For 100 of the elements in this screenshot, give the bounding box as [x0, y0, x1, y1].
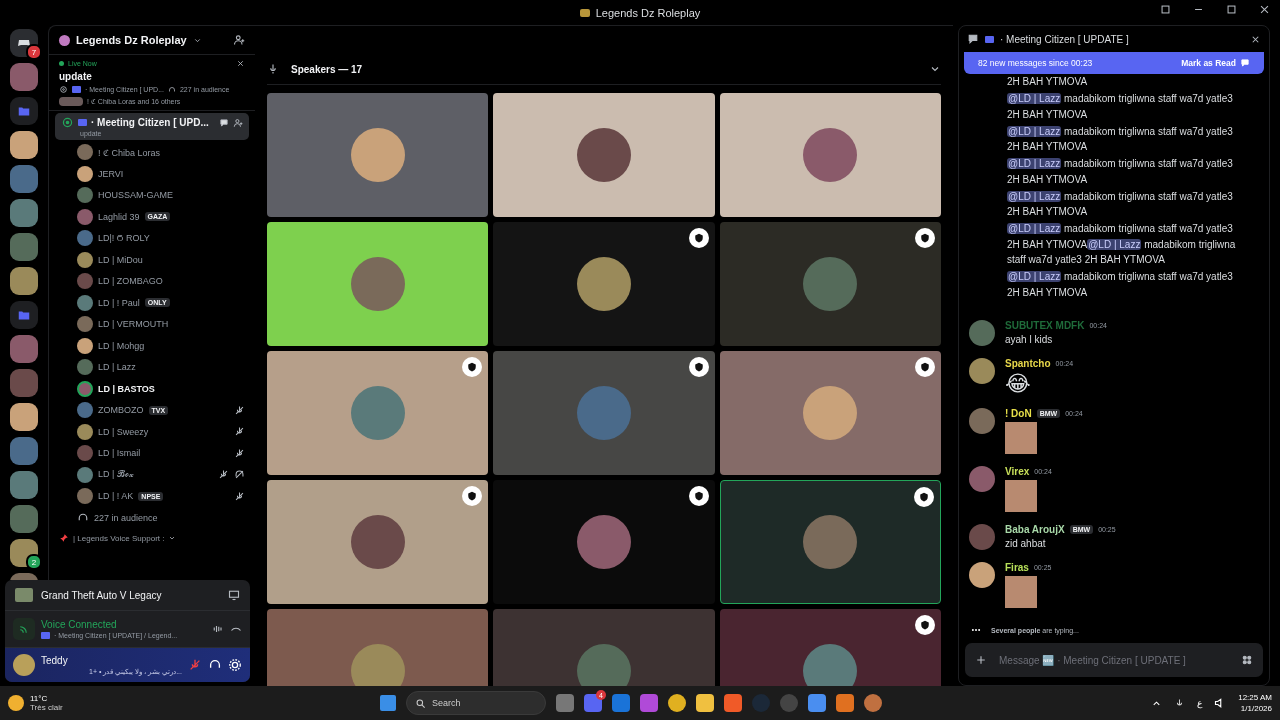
server-icon[interactable] [10, 403, 38, 431]
server-icon[interactable] [10, 335, 38, 363]
soundwave-icon[interactable] [212, 623, 224, 635]
input-language[interactable]: ع [1197, 698, 1203, 708]
message-author[interactable]: Baba AroujX [1005, 523, 1065, 535]
member-name[interactable]: LD | MiDou [98, 254, 143, 265]
settings-icon[interactable] [228, 658, 242, 672]
close-icon[interactable] [1259, 4, 1270, 15]
speaker-tile[interactable] [267, 351, 489, 475]
server-folder-icon[interactable] [10, 97, 38, 125]
speaker-tile[interactable] [719, 93, 941, 217]
user-avatar[interactable] [969, 407, 995, 434]
speaker-avatar [350, 644, 405, 686]
user-mention[interactable]: @LD | Lazz [1007, 125, 1062, 137]
speaker-tile[interactable] [267, 222, 489, 346]
member-name[interactable]: LD | ! AK [98, 491, 134, 502]
category-header[interactable]: | Legends Voice Support : [73, 533, 165, 543]
member-name[interactable]: LD | VERMOUTH [98, 319, 169, 330]
member-name[interactable]: LD | Mohgg [98, 340, 145, 351]
message-composer[interactable]: Message 🆕 · Meeting Citizen [ UPDATE ] [965, 643, 1263, 677]
speaker-avatar [577, 257, 631, 311]
message-text: ayah l kids [1005, 333, 1054, 345]
server-icon[interactable] [10, 505, 38, 533]
server-icon[interactable] [10, 471, 38, 499]
server-name[interactable]: Legends Dz Roleplay [76, 34, 187, 46]
user-mention[interactable]: @LD | Lazz [1007, 223, 1062, 234]
new-tag-icon [78, 119, 87, 126]
server-icon[interactable] [10, 267, 38, 295]
server-icon[interactable] [10, 165, 38, 193]
speaker-tile[interactable] [267, 480, 489, 604]
speaker-tile[interactable] [719, 480, 941, 604]
chat-icon[interactable] [219, 117, 229, 128]
message-text: zid ahbat [1005, 537, 1047, 549]
new-messages-text: 82 new messages since 00:23 [978, 58, 1093, 68]
apps-icon[interactable] [1241, 654, 1253, 666]
maximize-icon[interactable] [1226, 4, 1237, 15]
member-name[interactable]: JERVI [98, 168, 124, 179]
speaker-tile[interactable] [493, 93, 715, 217]
member-name[interactable]: LD | Lazz [98, 362, 136, 373]
message-author[interactable]: Firas [1005, 561, 1029, 573]
user-mention[interactable]: @LD | Lazz [1007, 271, 1062, 282]
plus-icon[interactable] [975, 654, 987, 666]
muted-mic-icon[interactable] [188, 658, 202, 672]
server-icon[interactable] [10, 199, 38, 227]
user-avatar[interactable] [969, 319, 995, 346]
server-icon[interactable] [10, 63, 38, 91]
speaker-avatar [577, 515, 631, 569]
user-avatar[interactable] [969, 561, 995, 588]
member-name[interactable]: LD | ! Paul [98, 297, 140, 308]
member-name[interactable]: ZOMBOZO [98, 405, 144, 416]
add-member-icon[interactable] [233, 117, 243, 128]
member-name[interactable]: HOUSSAM-GAME [98, 190, 173, 201]
user-avatar[interactable] [969, 465, 995, 492]
member-name[interactable]: LD|! Ϭ ROLY [98, 233, 150, 244]
speaker-avatar [577, 644, 631, 686]
search-field[interactable]: Search [406, 691, 546, 715]
stage-topic: update [59, 71, 93, 82]
speaker-avatar [803, 128, 858, 182]
server-icon[interactable] [10, 131, 38, 159]
speaker-tile[interactable] [719, 351, 941, 475]
member-name[interactable]: Laghlid 39 [98, 211, 140, 222]
chevron-down-icon[interactable] [168, 534, 177, 542]
user-avatar[interactable] [969, 357, 995, 384]
member-name[interactable]: LD | ZOMBAGO [98, 276, 163, 287]
add-member-icon[interactable] [233, 34, 245, 46]
message-author[interactable]: Spantcho [1005, 357, 1051, 369]
user-mention[interactable]: @LD | Lazz [1007, 93, 1062, 104]
deafened-headphones-icon [234, 469, 245, 481]
user-avatar[interactable] [13, 654, 35, 676]
server-icon[interactable] [10, 437, 38, 465]
muted-mic-icon [234, 447, 245, 459]
member-name[interactable]: LD | BASTOS [98, 383, 155, 394]
message-author[interactable]: ! DoN [1005, 407, 1032, 419]
speaker-tile[interactable] [493, 480, 715, 604]
member-name[interactable]: ! ℭ Chiba Loras [98, 145, 161, 159]
message-author[interactable]: Virex [1005, 465, 1030, 477]
server-icon[interactable] [10, 233, 38, 261]
message-text: @LD | Lazz madabikom trigliwna staff wa7d yatle3 2H BAH YTMOVA [1006, 270, 1234, 300]
server-folder-icon[interactable] [10, 301, 38, 329]
screen-share-icon[interactable] [228, 589, 240, 601]
username: Teddy [41, 654, 69, 666]
speaker-tile[interactable] [719, 222, 941, 346]
photo-placeholder [1005, 575, 1037, 608]
mark-as-read-button[interactable]: Mark as Read [1181, 58, 1250, 68]
clock-time[interactable]: 12:25 AM [1238, 693, 1272, 702]
speaker-tile[interactable] [267, 93, 489, 217]
user-mention[interactable]: @LD | Lazz [1007, 158, 1062, 169]
member-name[interactable]: LD | Sweezy [98, 426, 149, 437]
user-mention[interactable]: @LD | Lazz [1087, 238, 1142, 250]
speaker-tile[interactable] [493, 222, 715, 346]
speaker-tile[interactable] [493, 351, 715, 475]
chat-icon [967, 33, 979, 45]
close-icon[interactable] [236, 59, 245, 68]
message-input[interactable]: Message 🆕 · Meeting Citizen [ UPDATE ] [997, 653, 1231, 667]
audience-count[interactable]: 227 in audience [94, 512, 158, 523]
member-name[interactable]: LD | Ismail [98, 448, 141, 459]
user-mention[interactable]: @LD | Lazz [1007, 190, 1062, 202]
speakers-heading: Speakers — 17 [291, 63, 363, 75]
member-name[interactable]: LD | 𝓑𝓸𝔁 [98, 469, 134, 481]
clock-date[interactable]: 1/1/2026 [1240, 704, 1272, 713]
